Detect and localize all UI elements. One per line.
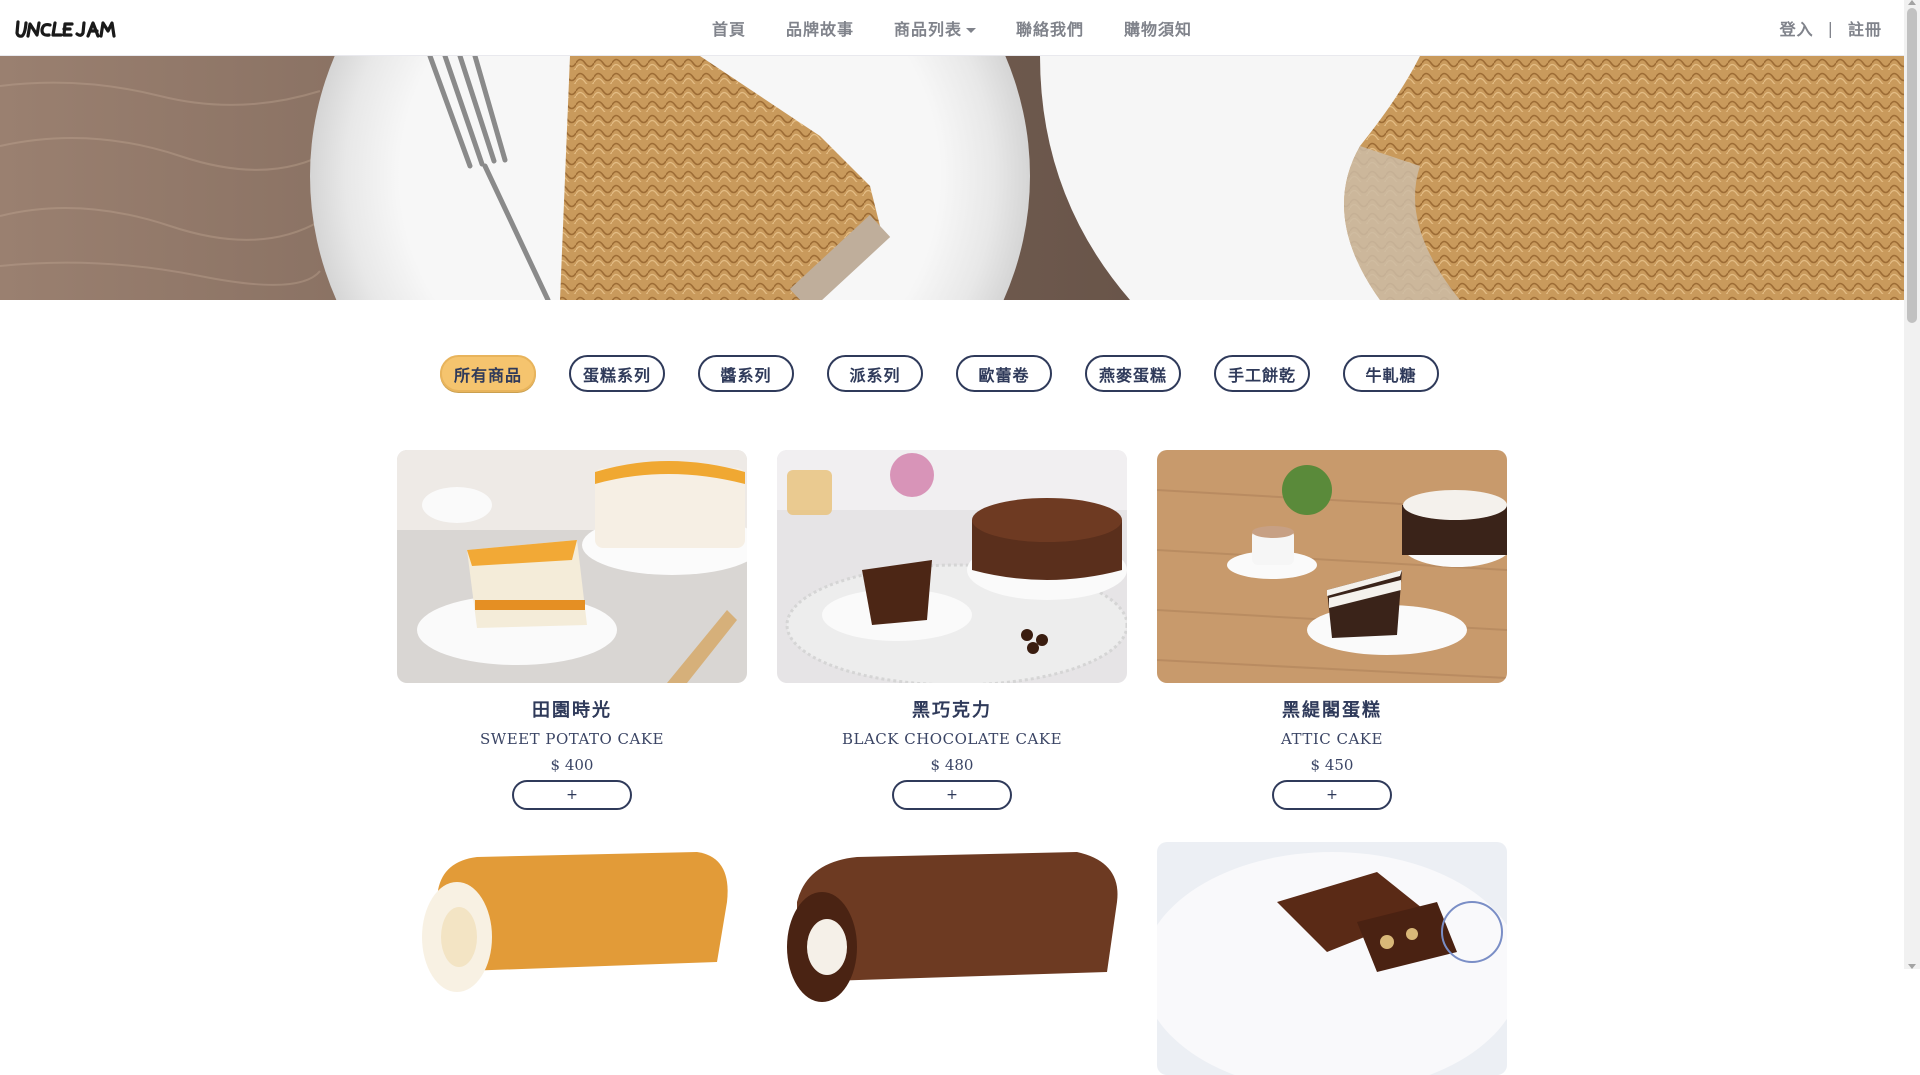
add-to-cart-button[interactable]: +	[1272, 780, 1392, 810]
product-image-roll-cake[interactable]	[397, 842, 747, 1075]
login-link[interactable]: 登入	[1780, 16, 1814, 40]
category-filters: 所有商品 蛋糕系列 醬系列 派系列 歐蕾卷 燕麥蛋糕 手工餅乾 牛軋糖	[440, 355, 1439, 392]
page-scrollbar[interactable]	[1904, 0, 1920, 969]
product-card: 田園時光 SWEET POTATO CAKE $ 400 +	[397, 450, 747, 810]
filter-ole-roll[interactable]: 歐蕾卷	[956, 355, 1052, 392]
nav-brand-story[interactable]: 品牌故事	[786, 16, 854, 40]
product-name: 黑巧克力	[912, 700, 992, 721]
scroll-up-arrow-icon[interactable]	[1908, 0, 1916, 5]
nav-products-dropdown[interactable]: 商品列表	[894, 16, 976, 40]
filter-oat-cake[interactable]: 燕麥蛋糕	[1085, 355, 1181, 392]
scroll-thumb[interactable]	[1907, 8, 1917, 323]
product-english-name: SWEET POTATO CAKE	[480, 730, 664, 748]
product-card	[1157, 842, 1507, 1075]
filter-handmade-cookies[interactable]: 手工餅乾	[1214, 355, 1310, 392]
top-navbar: 首頁 品牌故事 商品列表 聯絡我們 購物須知 登入 | 註冊	[0, 0, 1904, 56]
filter-all-products[interactable]: 所有商品	[440, 355, 536, 392]
nav-contact[interactable]: 聯絡我們	[1016, 16, 1084, 40]
nav-home[interactable]: 首頁	[712, 16, 746, 40]
add-to-cart-button[interactable]: +	[892, 780, 1012, 810]
product-image-sweet-potato-cake[interactable]	[397, 450, 747, 683]
product-card	[397, 842, 747, 1075]
scroll-down-arrow-icon[interactable]	[1908, 964, 1916, 969]
product-image-chocolate-roll[interactable]	[777, 842, 1127, 1075]
product-grid: 田園時光 SWEET POTATO CAKE $ 400 + 黑巧克力 BLAC…	[397, 450, 1507, 1075]
product-price: $ 450	[1310, 756, 1354, 774]
product-english-name: ATTIC CAKE	[1281, 730, 1383, 748]
product-card: 黑緹閣蛋糕 ATTIC CAKE $ 450 +	[1157, 450, 1507, 810]
main-nav: 首頁 品牌故事 商品列表 聯絡我們 購物須知	[0, 0, 1904, 56]
caret-down-icon	[966, 28, 976, 33]
nav-products-label: 商品列表	[893, 20, 962, 39]
nav-shopping-notice[interactable]: 購物須知	[1124, 16, 1192, 40]
product-image-attic-cake[interactable]	[1157, 450, 1507, 683]
product-english-name: BLACK CHOCOLATE CAKE	[841, 730, 1063, 748]
filter-nougat[interactable]: 牛軋糖	[1343, 355, 1439, 392]
product-name: 田園時光	[532, 700, 612, 721]
hero-banner	[0, 56, 1904, 300]
product-price: $ 480	[930, 756, 974, 774]
product-price: $ 400	[550, 756, 594, 774]
product-image-nougat[interactable]	[1157, 842, 1507, 1075]
hero-cake-image	[0, 56, 1904, 300]
auth-links: 登入 | 註冊	[1780, 0, 1882, 56]
filter-pie-series[interactable]: 派系列	[827, 355, 923, 392]
register-link[interactable]: 註冊	[1848, 16, 1882, 40]
filter-cake-series[interactable]: 蛋糕系列	[569, 355, 665, 392]
filter-jam-series[interactable]: 醬系列	[698, 355, 794, 392]
add-to-cart-button[interactable]: +	[512, 780, 632, 810]
product-name: 黑緹閣蛋糕	[1282, 700, 1382, 721]
product-card: 黑巧克力 BLACK CHOCOLATE CAKE $ 480 +	[777, 450, 1127, 810]
product-card	[777, 842, 1127, 1075]
auth-separator: |	[1827, 18, 1834, 38]
product-image-black-chocolate-cake[interactable]	[777, 450, 1127, 683]
